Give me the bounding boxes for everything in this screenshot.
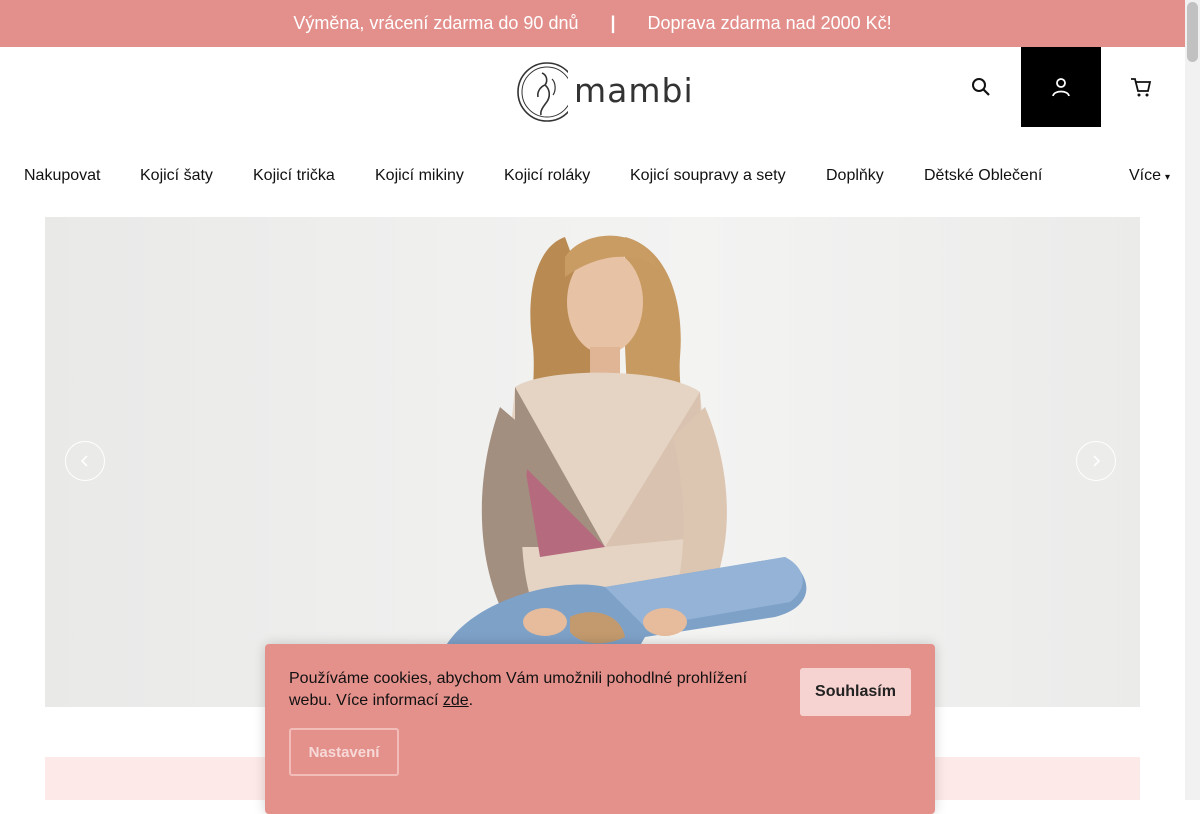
hero-slider [45,217,1140,707]
slider-next-button[interactable] [1076,441,1116,481]
nav-item-kojici-tricka[interactable]: Kojicí trička [253,167,335,185]
cookie-message-end: . [468,692,474,709]
cookie-text: Používáme cookies, abychom Vám umožnili … [289,668,769,712]
nav-item-kojici-mikiny[interactable]: Kojicí mikiny [375,167,464,185]
announcement-shipping: Doprava zdarma nad 2000 Kč! [647,13,892,33]
cookie-message: Používáme cookies, abychom Vám umožnili … [289,670,748,709]
cookie-info-link[interactable]: zde [443,692,469,709]
nav-more-label: Více [1129,167,1162,184]
nav-item-kojici-soupravy[interactable]: Kojicí soupravy a sety [630,167,786,185]
site-header: mambi [0,47,1185,127]
chevron-down-icon: ▾ [1165,172,1171,183]
cookie-accept-button[interactable]: Souhlasím [800,668,911,716]
cart-icon [1131,78,1152,97]
main-navigation: Nakupovat Kojicí šaty Kojicí trička Koji… [0,150,1185,204]
scrollbar-thumb[interactable] [1187,2,1198,62]
announcement-bar: Výměna, vrácení zdarma do 90 dnů | Dopra… [0,0,1185,47]
announcement-separator: | [610,13,616,33]
hero-image [265,235,925,707]
nav-more-button[interactable]: Více ▾ [1129,167,1170,185]
chevron-left-icon [80,455,88,467]
nav-item-kojici-saty[interactable]: Kojicí šaty [140,167,213,185]
search-icon [972,78,990,96]
page-scrollbar[interactable] [1185,0,1200,800]
chevron-right-icon [1093,455,1101,467]
account-button[interactable] [1021,47,1101,127]
slider-prev-button[interactable] [65,441,105,481]
nav-item-doplnky[interactable]: Doplňky [826,167,884,185]
nav-item-kojici-rolaky[interactable]: Kojicí roláky [504,167,590,185]
logo-wordmark: mambi [574,71,694,110]
search-button[interactable] [941,47,1021,127]
nav-item-nakupovat[interactable]: Nakupovat [24,167,101,185]
cart-button[interactable] [1101,47,1181,127]
mambi-logo[interactable]: mambi [516,61,693,123]
cookie-banner: Používáme cookies, abychom Vám umožnili … [265,644,935,814]
nav-item-detske-obleceni[interactable]: Dětské Oblečení [924,167,1042,185]
cookie-settings-button[interactable]: Nastavení [289,728,399,776]
announcement-returns: Výměna, vrácení zdarma do 90 dnů [293,13,579,33]
user-icon [1052,78,1070,97]
